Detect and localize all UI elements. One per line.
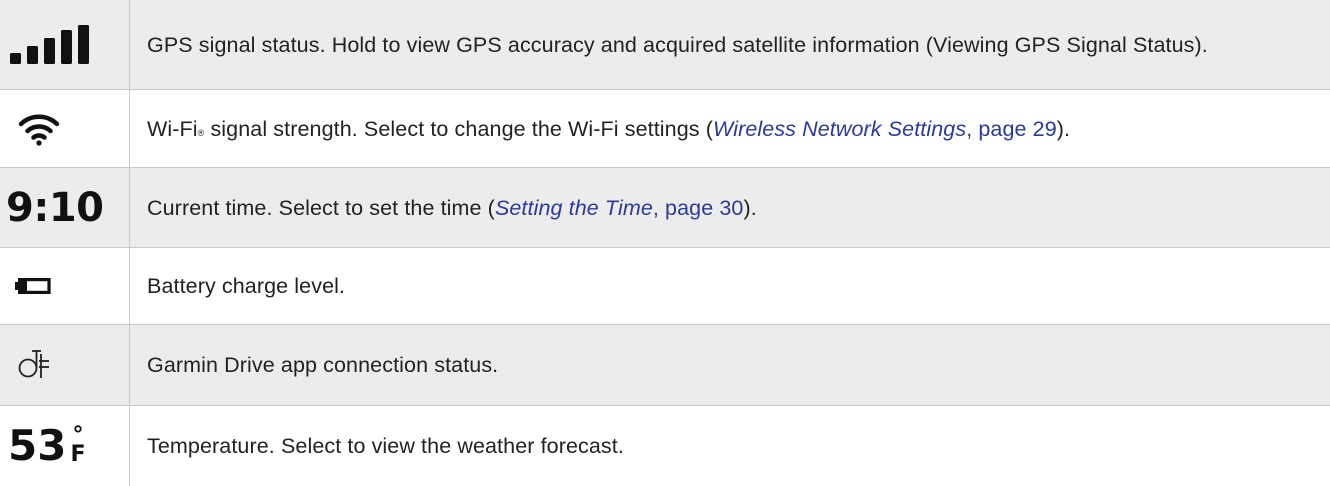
temperature-value: 53 — [8, 421, 67, 470]
description-battery: Battery charge level. — [147, 274, 346, 298]
icon-cell: 53 ° F — [0, 406, 130, 486]
icon-cell — [0, 248, 130, 324]
description-temperature: Temperature. Select to view the weather … — [147, 434, 624, 458]
status-icon-table: GPS signal status. Hold to view GPS accu… — [0, 0, 1330, 486]
icon-cell — [0, 0, 130, 89]
temperature-unit: ° F — [70, 425, 86, 467]
description-time: Current time. Select to set the time (Se… — [130, 191, 1330, 225]
table-row-garmin-drive: Garmin Drive app connection status. — [0, 325, 1330, 406]
table-row-gps: GPS signal status. Hold to view GPS accu… — [0, 0, 1330, 90]
closing-text: ). — [1056, 116, 1071, 141]
wifi-icon — [18, 112, 60, 146]
wireless-network-settings-link[interactable]: Wireless Network Settings — [713, 117, 966, 141]
table-row-battery: Battery charge level. — [0, 248, 1330, 325]
setting-the-time-page-link[interactable]: , page 30 — [653, 196, 744, 220]
wifi-description-text: signal strength. Select to change the Wi… — [204, 116, 713, 141]
wifi-label: Wi-Fi — [147, 116, 198, 141]
icon-cell: 9:10 — [0, 168, 130, 247]
description-wifi: Wi-Fi® signal strength. Select to change… — [130, 112, 1330, 146]
table-row-time: 9:10 Current time. Select to set the tim… — [0, 168, 1330, 248]
closing-text: ). — [743, 195, 757, 220]
registered-mark: ® — [197, 127, 205, 138]
icon-cell — [0, 90, 130, 167]
setting-the-time-link[interactable]: Setting the Time — [495, 196, 653, 220]
table-row-temperature: 53 ° F Temperature. Select to view the w… — [0, 406, 1330, 486]
fahrenheit-symbol: F — [70, 442, 86, 467]
battery-icon — [15, 276, 51, 296]
description-garmin-drive: Garmin Drive app connection status. — [147, 353, 499, 377]
garmin-drive-connection-icon — [17, 348, 51, 382]
clock-time-display: 9:10 — [6, 184, 104, 231]
wireless-network-settings-page-link[interactable]: , page 29 — [966, 117, 1057, 141]
icon-cell — [0, 325, 130, 405]
description-gps: GPS signal status. Hold to view GPS accu… — [147, 32, 1208, 57]
table-row-wifi: Wi-Fi® signal strength. Select to change… — [0, 90, 1330, 168]
gps-signal-bars-icon — [10, 24, 100, 65]
time-description-text: Current time. Select to set the time ( — [147, 195, 495, 220]
